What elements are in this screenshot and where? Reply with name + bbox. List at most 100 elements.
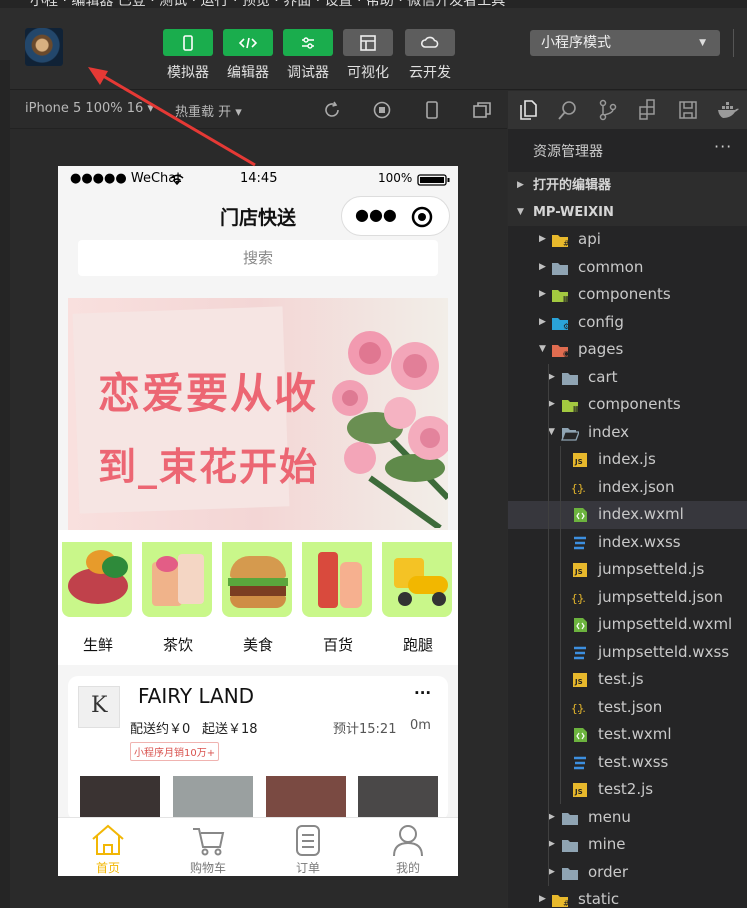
tab-orders[interactable]: 订单 (258, 818, 358, 876)
category-fresh[interactable]: 生鲜 (58, 530, 138, 665)
product-thumb[interactable] (80, 776, 160, 821)
carrier-text: ●●●●● WeChat (70, 171, 182, 186)
tree-item[interactable]: JS test.js (508, 666, 747, 694)
banner-line2: 到_束花开始 (98, 445, 320, 489)
category-food[interactable]: 美食 (218, 530, 298, 665)
toolbar-right-edge (733, 29, 747, 57)
tree-item[interactable]: JS jumpsetteld.js (508, 556, 747, 584)
left-edge-strip (0, 60, 10, 908)
phone-icon[interactable] (422, 100, 442, 120)
svg-text:▦: ▦ (563, 294, 569, 303)
tree-item[interactable]: ▶ order (508, 859, 747, 887)
tree-item[interactable]: ▶ common (508, 254, 747, 282)
tree-item[interactable]: index.wxml (508, 501, 747, 529)
user-avatar[interactable] (25, 28, 63, 66)
shop-distance: 0m (410, 718, 431, 733)
battery-icon (417, 174, 450, 186)
explorer-more-icon[interactable]: ··· (714, 137, 732, 156)
files-icon[interactable] (517, 99, 539, 121)
docker-icon[interactable] (717, 99, 739, 121)
search-input[interactable]: 搜索 (78, 240, 438, 276)
category-label: 跑腿 (402, 636, 433, 654)
tree-item[interactable]: jumpsetteld.wxss (508, 639, 747, 667)
cloud-button[interactable] (405, 29, 455, 56)
tree-item-label: test.wxss (598, 752, 669, 771)
simulator-button[interactable] (163, 29, 213, 56)
storage-icon[interactable] (677, 99, 699, 121)
category-goods[interactable]: 百货 (298, 530, 378, 665)
tree-item[interactable]: ▶ menu (508, 804, 747, 832)
folder-icon (562, 372, 578, 385)
banner-image[interactable]: 恋爱要从收 到_束花开始 (68, 298, 448, 530)
json-file-icon: {}.. (571, 702, 587, 715)
tree-item[interactable]: test.wxss (508, 749, 747, 777)
cart-icon (193, 828, 225, 856)
more-dots-icon[interactable]: ●●● (355, 205, 397, 224)
debugger-icon (302, 36, 314, 49)
category-food-image (222, 542, 292, 617)
tree-item[interactable]: JS test2.js (508, 776, 747, 804)
tree-item[interactable]: jumpsetteld.wxml (508, 611, 747, 639)
tree-item-label: jumpsetteld.wxml (598, 615, 733, 633)
window-icon[interactable] (472, 100, 492, 120)
extensions-icon[interactable] (637, 99, 659, 121)
shop-card[interactable]: K FAIRY LAND ··· 配送约￥0 起送￥18 预计15:21 0m … (68, 676, 448, 821)
tree-item-label: index.json (598, 477, 675, 496)
tree-item-label: test.wxml (598, 725, 672, 743)
tree-item[interactable]: ▶ ▦ components (508, 281, 747, 309)
shop-more-icon[interactable]: ··· (414, 684, 431, 702)
wxss-file-icon (574, 756, 586, 769)
tree-item[interactable]: {}.. test.json (508, 694, 747, 722)
section-project[interactable]: ▼ MP-WEIXIN (508, 199, 747, 226)
source-control-icon[interactable] (597, 99, 619, 121)
chevron-right-icon: ▶ (539, 234, 546, 244)
json-file-icon: {}.. (571, 482, 587, 495)
stop-icon[interactable] (372, 100, 392, 120)
debugger-button[interactable] (283, 29, 333, 56)
product-thumb[interactable] (173, 776, 253, 821)
js-file-icon: JS (573, 783, 587, 797)
tree-item[interactable]: ▶ mine (508, 831, 747, 859)
mode-select-value: 小程序模式 (541, 35, 611, 51)
tree-item[interactable]: JS index.js (508, 446, 747, 474)
category-drinks[interactable]: 茶饮 (138, 530, 218, 665)
category-label: 百货 (322, 636, 353, 654)
tree-item[interactable]: {}.. jumpsetteld.json (508, 584, 747, 612)
tab-cart[interactable]: 购物车 (158, 818, 258, 876)
status-time: 14:45 (240, 171, 278, 186)
visual-button[interactable] (343, 29, 393, 56)
tree-item[interactable]: ▼ index (508, 419, 747, 447)
capsule-menu[interactable]: ●●● (341, 196, 450, 236)
shop-name: FAIRY LAND (138, 684, 255, 708)
folder-icon: # (552, 235, 569, 248)
tree-item[interactable]: index.wxss (508, 529, 747, 557)
tree-item-label: index (588, 422, 630, 441)
chevron-down-icon: ▼ (699, 38, 706, 48)
refresh-icon[interactable] (322, 100, 342, 120)
tab-home[interactable]: 首页 (58, 818, 158, 876)
tree-item-label: components (578, 285, 671, 303)
tree-item[interactable]: test.wxml (508, 721, 747, 749)
tree-item[interactable]: {}.. index.json (508, 474, 747, 502)
tree-item[interactable]: ▶ cart (508, 364, 747, 392)
mode-select[interactable]: 小程序模式 ▼ (530, 30, 720, 56)
tree-item[interactable]: ▶ # api (508, 226, 747, 254)
category-errand[interactable]: 跑腿 (378, 530, 458, 665)
roses-icon (332, 331, 448, 528)
chevron-right-icon: ▶ (548, 839, 555, 849)
tree-item-label: config (578, 312, 624, 331)
product-thumb[interactable] (358, 776, 438, 821)
tree-item[interactable]: ▼ ◉ pages (508, 336, 747, 364)
close-target-icon[interactable] (411, 206, 433, 228)
tree-item[interactable]: ▶ ▦ components (508, 391, 747, 419)
chevron-right-icon: ▶ (539, 894, 546, 904)
product-thumb[interactable] (266, 776, 346, 821)
tab-profile[interactable]: 我的 (358, 818, 458, 876)
editor-button[interactable] (223, 29, 273, 56)
tree-item[interactable]: ▶ ⚙ config (508, 309, 747, 337)
svg-text:JS: JS (574, 678, 583, 686)
tree-item[interactable]: ▶ # static (508, 886, 747, 908)
chevron-right-icon: ▶ (539, 316, 546, 327)
search-icon[interactable] (557, 99, 579, 121)
section-open-editors[interactable]: ▶ 打开的编辑器 (508, 172, 747, 199)
